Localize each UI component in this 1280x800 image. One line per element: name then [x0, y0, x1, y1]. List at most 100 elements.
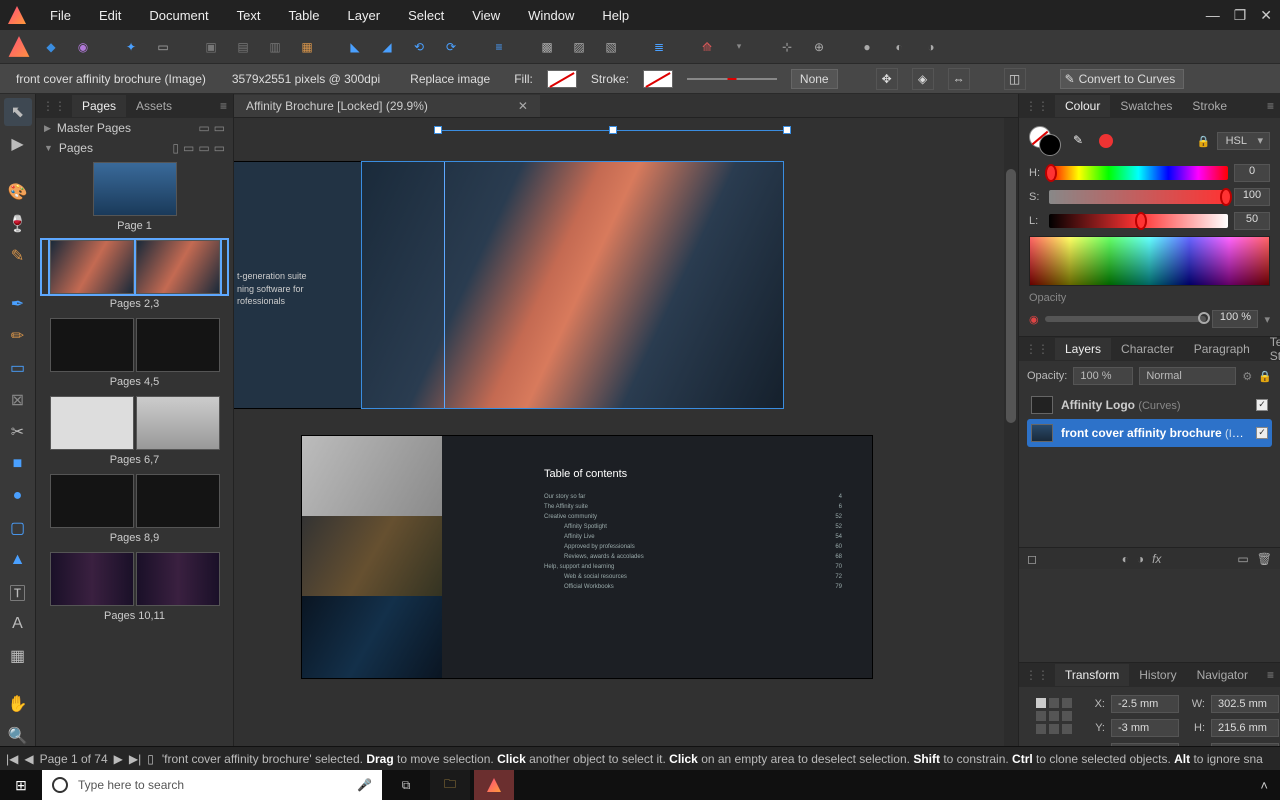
transform-h[interactable]: 215.6 mm	[1211, 719, 1279, 737]
system-tray[interactable]: ˄	[1248, 778, 1280, 793]
node-tool[interactable]: ▶	[4, 130, 32, 158]
opacity-slider[interactable]	[1045, 316, 1207, 322]
page-thumbnail[interactable]: Pages 4,5	[42, 318, 227, 388]
baseline-icon[interactable]: ≣	[646, 34, 672, 60]
start-button[interactable]: ⊞	[0, 770, 42, 800]
selection-handle[interactable]	[609, 126, 617, 134]
master-add-icon[interactable]: ▭	[214, 121, 225, 135]
master-pages-section[interactable]: ▶Master Pages ▭▭	[36, 118, 233, 138]
lig-slider[interactable]	[1049, 214, 1228, 228]
opacity-value[interactable]: 100 %	[1212, 310, 1258, 328]
hide-selection-icon[interactable]: ◈	[912, 68, 934, 90]
rounded-rect-tool[interactable]: ▢	[4, 514, 32, 542]
sat-slider[interactable]	[1049, 190, 1228, 204]
delete-layer-icon[interactable]: 🗑	[1257, 552, 1272, 566]
clip2-icon[interactable]: ⊕	[806, 34, 832, 60]
arrange-back-icon[interactable]: ▣	[198, 34, 224, 60]
convert-curves-button[interactable]: ✎ Convert to Curves	[1060, 69, 1185, 89]
page-thumbnail[interactable]: Pages 2,3	[42, 240, 227, 310]
cycle-box-icon[interactable]: ⇔	[948, 68, 970, 90]
anchor-selector[interactable]	[1036, 698, 1072, 734]
persona-photo-icon[interactable]: ◉	[70, 34, 96, 60]
colour-model-dropdown[interactable]: HSL	[1217, 132, 1270, 150]
page-thumbnail[interactable]: Pages 10,11	[42, 552, 227, 622]
minimize-icon[interactable]: —	[1206, 7, 1220, 24]
tab-pages[interactable]: Pages	[72, 95, 126, 117]
tab-transform[interactable]: Transform	[1055, 664, 1129, 686]
boolean-int-icon[interactable]: ◑	[918, 34, 944, 60]
hue-value[interactable]: 0	[1234, 164, 1270, 182]
pan-tool[interactable]: ✋	[4, 690, 32, 718]
document-tab[interactable]: Affinity Brochure [Locked] (29.9%) ✕	[234, 95, 540, 117]
canvas[interactable]: t-generation suitening software forrofes…	[234, 118, 1018, 752]
fill-swatch[interactable]	[547, 70, 577, 88]
menu-window[interactable]: Window	[514, 2, 588, 29]
pencil-tool[interactable]: ✏	[4, 322, 32, 350]
crop-tool[interactable]: ✂	[4, 418, 32, 446]
pages-section[interactable]: ▼Pages ▯▭▭▭	[36, 138, 233, 158]
preflight-icon[interactable]: ✦	[118, 34, 144, 60]
nav-last-icon[interactable]: ▶|	[129, 752, 141, 766]
fx-icon[interactable]: fx	[1152, 552, 1161, 566]
panel-menu-icon[interactable]: ≡	[214, 99, 233, 113]
align-left-icon[interactable]: ≡	[486, 34, 512, 60]
arrange-forward-icon[interactable]: ▥	[262, 34, 288, 60]
lock-icon[interactable]: 🔒	[1258, 370, 1272, 383]
tab-history[interactable]: History	[1129, 664, 1186, 686]
fx2-icon[interactable]: ▨	[566, 34, 592, 60]
add-layer-icon[interactable]: ▭	[1237, 552, 1248, 566]
frame-text-tool[interactable]: 🅃	[4, 578, 32, 606]
snapping-icon[interactable]: ⟰	[694, 34, 720, 60]
noise-icon[interactable]: ◉	[1029, 313, 1039, 326]
persona-publisher-icon[interactable]	[6, 34, 32, 60]
image-bbox[interactable]	[361, 161, 784, 409]
rotate-cw-icon[interactable]: ⟳	[438, 34, 464, 60]
arrange-backward-icon[interactable]: ▤	[230, 34, 256, 60]
boolean-add-icon[interactable]: ●	[854, 34, 880, 60]
tab-character[interactable]: Character	[1111, 338, 1184, 360]
lig-value[interactable]: 50	[1234, 212, 1270, 230]
nav-prev-icon[interactable]: ◀	[24, 752, 33, 766]
task-view-icon[interactable]: ⧉	[386, 770, 426, 800]
mic-icon[interactable]: 🎤	[357, 778, 372, 792]
place-image-tool[interactable]: ⊠	[4, 386, 32, 414]
opacity-dd-icon[interactable]: ▾	[1264, 313, 1270, 326]
selection-handle[interactable]	[434, 126, 442, 134]
close-icon[interactable]: ✕	[1260, 7, 1272, 24]
table-tool[interactable]: ▦	[4, 642, 32, 670]
close-icon[interactable]: ✕	[518, 99, 528, 113]
colour-wells[interactable]	[1029, 126, 1063, 156]
spread-toggle-icon[interactable]: ▯	[147, 752, 154, 766]
triangle-tool[interactable]: ▲	[4, 546, 32, 574]
gear-icon[interactable]: ⚙	[1242, 370, 1252, 383]
sampled-colour[interactable]	[1099, 134, 1113, 148]
page-thumbnail[interactable]: Page 1	[42, 162, 227, 232]
hue-slider[interactable]	[1049, 166, 1228, 180]
tab-assets[interactable]: Assets	[126, 95, 182, 117]
vertical-scrollbar[interactable]	[1004, 118, 1018, 754]
transform-w[interactable]: 302.5 mm	[1211, 695, 1279, 713]
picture-frame-tool[interactable]: ▭	[4, 354, 32, 382]
tab-colour[interactable]: Colour	[1055, 95, 1110, 117]
panel-grip-icon[interactable]: ⋮⋮	[1019, 668, 1055, 682]
fx-icon[interactable]: ▩	[534, 34, 560, 60]
explorer-icon[interactable]: 🗀	[430, 770, 470, 800]
flip-v-icon[interactable]: ◢	[374, 34, 400, 60]
move-tool[interactable]: ⬉	[4, 98, 32, 126]
boolean-sub-icon[interactable]: ◐	[886, 34, 912, 60]
adjustment-icon[interactable]: ◐	[1122, 552, 1129, 566]
artistic-text-tool[interactable]: A	[4, 610, 32, 638]
view-spread-icon[interactable]: ▭	[183, 141, 194, 155]
colour-spectrum[interactable]	[1029, 236, 1270, 286]
page-thumbnail[interactable]: Pages 8,9	[42, 474, 227, 544]
panel-menu-icon[interactable]: ≡	[1261, 99, 1280, 113]
restore-icon[interactable]: ❐	[1234, 7, 1247, 24]
menu-file[interactable]: File	[36, 2, 85, 29]
tab-swatches[interactable]: Swatches	[1110, 95, 1182, 117]
colour-picker-tool[interactable]: ✎	[4, 242, 32, 270]
transform-origin-icon[interactable]: ◫	[1004, 68, 1026, 90]
view-single-icon[interactable]: ▯	[172, 141, 179, 155]
tab-paragraph[interactable]: Paragraph	[1184, 338, 1260, 360]
nav-next-icon[interactable]: ▶	[114, 752, 123, 766]
publisher-taskbar-icon[interactable]	[474, 770, 514, 800]
